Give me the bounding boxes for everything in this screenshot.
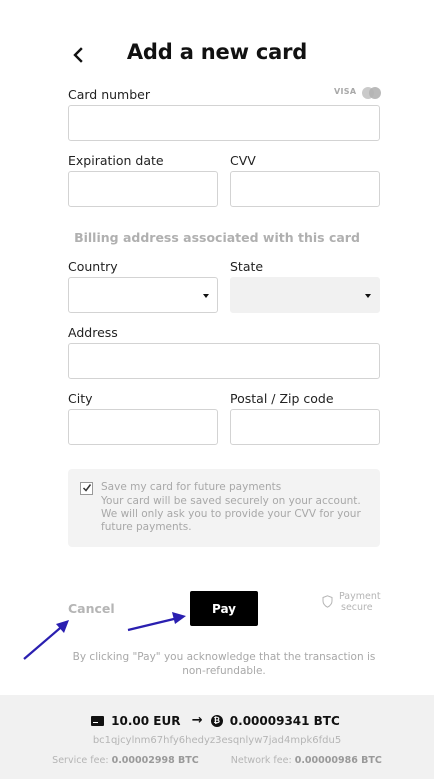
network-fee-label: Network fee:	[230, 755, 292, 766]
country-label: Country	[68, 259, 118, 274]
credit-card-icon	[91, 715, 105, 726]
pay-button[interactable]: Pay	[190, 591, 258, 626]
state-select[interactable]	[230, 277, 380, 313]
to-amount: 0.00009341 BTC	[229, 713, 340, 728]
billing-heading: Billing address associated with this car…	[74, 230, 360, 245]
secure-line-2: secure	[341, 601, 373, 613]
annotation-arrow-cancel	[23, 620, 69, 660]
refund-disclaimer: By clicking "Pay" you acknowledge that t…	[72, 651, 376, 677]
save-card-description: Your card will be saved securely on your…	[101, 495, 361, 533]
caret-down-icon	[365, 294, 371, 298]
city-input[interactable]	[68, 409, 218, 445]
caret-down-icon	[203, 294, 209, 298]
cvv-input[interactable]	[230, 171, 380, 207]
shield-icon	[322, 595, 333, 608]
cvv-label: CVV	[230, 153, 256, 168]
city-label: City	[68, 391, 93, 406]
state-label: State	[230, 259, 264, 274]
header: Add a new card	[0, 38, 434, 72]
page-title: Add a new card	[126, 40, 308, 64]
btc-address: bc1qjcylnm67hfy6hedyz3esqnlyw7jad4mpk6fd…	[92, 735, 342, 746]
service-fee-value: 0.00002998 BTC	[111, 755, 199, 766]
conversion-footer: 10.00 EUR → ₿ 0.00009341 BTC bc1qjcylnm67…	[0, 695, 434, 779]
card-number-input[interactable]	[68, 105, 380, 141]
address-label: Address	[68, 325, 118, 340]
postal-code-input[interactable]	[230, 409, 380, 445]
address-input[interactable]	[68, 343, 380, 379]
expiration-date-label: Expiration date	[68, 153, 164, 168]
card-number-label: Card number	[68, 87, 151, 102]
service-fee-label: Service fee:	[52, 755, 109, 766]
payment-secure-text: Payment secure	[339, 591, 381, 613]
bitcoin-icon: ₿	[210, 714, 223, 727]
checkmark-icon	[82, 484, 92, 492]
arrow-right-icon: →	[191, 713, 203, 728]
country-select[interactable]	[68, 277, 218, 313]
payment-secure-badge: Payment secure	[320, 591, 390, 614]
save-card-checkbox[interactable]	[80, 482, 93, 495]
mastercard-icon	[362, 87, 382, 99]
network-fee-value: 0.00000986 BTC	[294, 755, 382, 766]
fees-line: Service fee: 0.00002998 BTC Network fee:…	[0, 755, 434, 766]
save-card-panel: Save my card for future payments Your ca…	[68, 469, 380, 547]
postal-code-label: Postal / Zip code	[230, 391, 334, 406]
secure-line-1: Payment	[339, 591, 381, 602]
from-amount: 10.00 EUR	[111, 713, 181, 728]
cancel-button[interactable]: Cancel	[68, 601, 115, 616]
save-card-title: Save my card for future payments	[101, 481, 282, 493]
visa-icon: VISA	[334, 87, 357, 96]
conversion-summary: 10.00 EUR → ₿ 0.00009341 BTC	[0, 713, 434, 728]
annotation-arrow-pay	[127, 612, 186, 632]
expiration-date-input[interactable]	[68, 171, 218, 207]
